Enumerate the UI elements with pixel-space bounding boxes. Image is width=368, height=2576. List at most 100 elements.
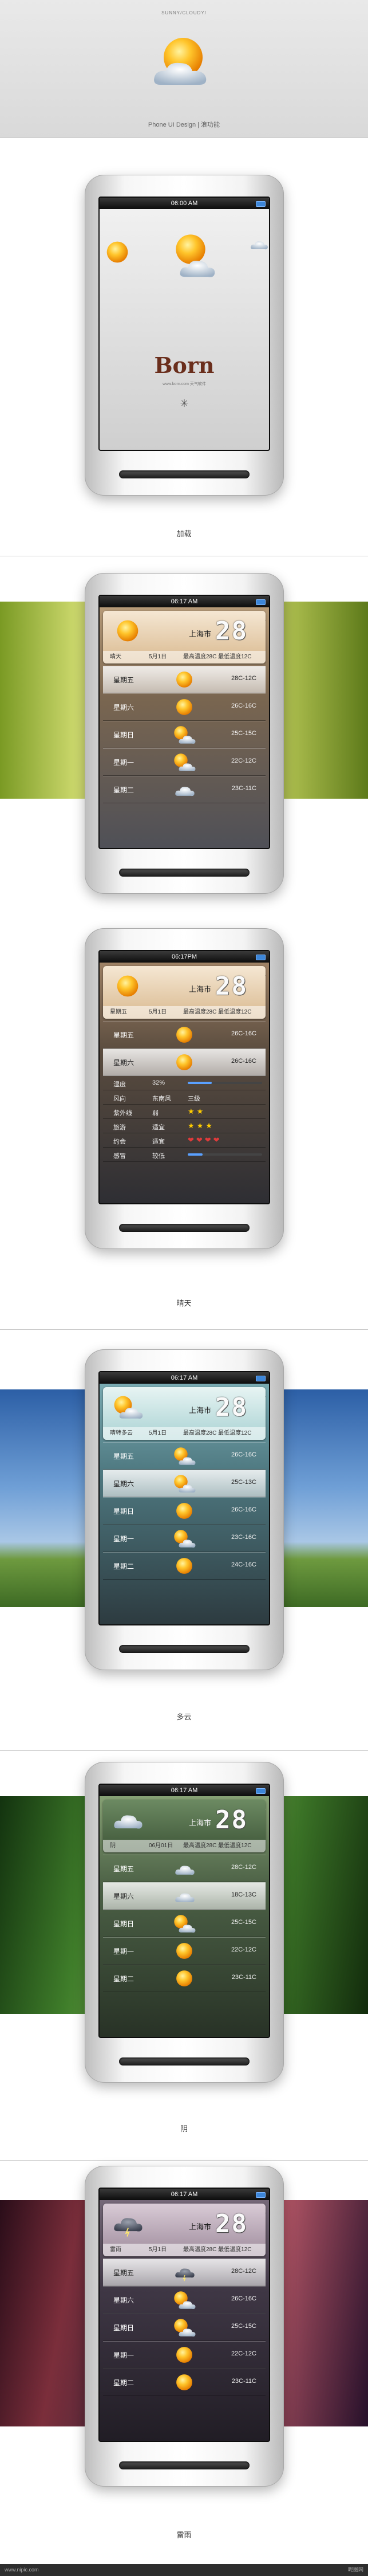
sun-icon: [117, 620, 139, 642]
phone-screen: 06:17PM 上海市 28 ° 星期五 5月1日 最高温度28C 最低温度12…: [98, 950, 270, 1204]
forecast-row[interactable]: 星期六 25C-13C: [103, 1470, 266, 1497]
forecast-row[interactable]: 星期二 24C-16C: [103, 1552, 266, 1580]
forecast-row[interactable]: 星期五 28C-12C: [103, 666, 266, 693]
page-header: SUNNY/CLOUDY/ Phone UI Design | 浪功能: [0, 0, 368, 138]
detail-value: 弱: [152, 1110, 159, 1117]
weather-condition: 阴: [110, 1843, 116, 1849]
status-time: 06:17 AM: [171, 1375, 198, 1381]
current-weather-card[interactable]: 上海市 28 ° 雷雨 5月1日 最高温度28C 最低温度12C: [103, 2204, 266, 2256]
divider: [0, 1750, 368, 1751]
forecast-range: 22C-12C: [231, 757, 256, 764]
weather-date: 06月01日: [149, 1843, 173, 1849]
forecast-row[interactable]: 星期二 23C-11C: [103, 776, 266, 803]
star-rating-icon: ★★: [188, 1107, 206, 1116]
status-bar: 06:17 AM: [100, 1785, 269, 1796]
forecast-day: 星期日: [113, 2324, 134, 2332]
sun-icon: [117, 975, 139, 997]
forecast-row[interactable]: 星期日 25C-15C: [103, 2314, 266, 2341]
forecast-row[interactable]: 星期六 26C-16C: [103, 1049, 266, 1076]
status-time: 06:17 AM: [171, 2191, 198, 2198]
forecast-row[interactable]: 星期二 23C-11C: [103, 2369, 266, 2396]
detail-key: 风向: [113, 1095, 126, 1102]
battery-icon: [256, 1376, 266, 1381]
detail-value: 适宜: [152, 1124, 165, 1131]
weather-date: 5月1日: [149, 654, 167, 660]
forecast-row[interactable]: 星期六 18C-13C: [103, 1882, 266, 1910]
degree-symbol: °: [265, 973, 266, 981]
forecast-range: 23C-11C: [231, 2378, 256, 2385]
weather-date: 5月1日: [149, 1430, 167, 1436]
forecast-row[interactable]: 星期六 26C-16C: [103, 2286, 266, 2314]
forecast-row[interactable]: 星期五 28C-12C: [103, 2259, 266, 2286]
forecast-row[interactable]: 星期日 25C-15C: [103, 1910, 266, 1937]
forecast-day: 星期六: [113, 2296, 134, 2304]
phone-sunny: 06:17 AM 上海市 28 ° 晴天 5月1日 最高温度28C 最低温度12…: [85, 573, 284, 894]
cloud-icon: [175, 1866, 195, 1875]
detail-row-cold: 感冒 较低: [103, 1148, 266, 1162]
detail-value: 三级: [188, 1095, 200, 1102]
detail-row-date: 约会 适宜 ❤❤❤❤: [103, 1133, 266, 1148]
forecast-day: 星期二: [113, 2379, 134, 2387]
footer-right-text: 昵图网: [347, 2567, 363, 2573]
forecast-row[interactable]: 星期五 26C-16C: [103, 1021, 266, 1049]
forecast-day: 星期一: [113, 759, 134, 767]
city-name: 上海市: [189, 1406, 212, 1415]
speaker-grille: [119, 1224, 250, 1232]
forecast-day: 星期二: [113, 786, 134, 794]
sun-cloud-icon: [114, 1396, 143, 1419]
detail-row-travel: 旅游 适宜 ★★★: [103, 1119, 266, 1133]
speaker-grille: [119, 869, 250, 877]
forecast-day: 星期六: [113, 1059, 134, 1067]
forecast-row[interactable]: 星期一 22C-12C: [103, 1937, 266, 1965]
city-name: 上海市: [189, 1819, 212, 1827]
forecast-day: 星期五: [113, 1865, 134, 1873]
cloud-icon: [175, 787, 195, 796]
temperature-range: 最高温度28C 最低温度12C: [183, 1843, 252, 1849]
battery-icon: [256, 1788, 266, 1794]
forecast-row[interactable]: 星期五 28C-12C: [103, 1855, 266, 1882]
status-time: 06:00 AM: [171, 200, 198, 207]
forecast-row[interactable]: 星期一 22C-12C: [103, 748, 266, 776]
weather-summary-strip: 阴 06月01日 最高温度28C 最低温度12C: [103, 1840, 266, 1852]
forecast-row[interactable]: 星期日 26C-16C: [103, 1497, 266, 1525]
phone-screen: 06:00 AM Born www.born.com 天气软件 ✳: [98, 197, 270, 451]
current-weather-card[interactable]: 上海市 28 ° 阴 06月01日 最高温度28C 最低温度12C: [103, 1800, 266, 1852]
detail-value: 32%: [152, 1079, 165, 1086]
current-temperature: 28: [215, 1393, 248, 1422]
caption-overcast: 阴: [180, 2125, 188, 2133]
forecast-day: 星期一: [113, 1535, 134, 1543]
current-weather-card[interactable]: 上海市 28 ° 晴转多云 5月1日 最高温度28C 最低温度12C: [103, 1387, 266, 1440]
weather-summary-strip: 晴天 5月1日 最高温度28C 最低温度12C: [103, 651, 266, 663]
cloud-icon: [251, 241, 268, 250]
degree-symbol: °: [265, 1394, 266, 1402]
detail-key: 感冒: [113, 1153, 126, 1160]
forecast-day: 星期二: [113, 1975, 134, 1983]
forecast-row[interactable]: 星期五 26C-16C: [103, 1442, 266, 1470]
forecast-row[interactable]: 星期日 25C-15C: [103, 721, 266, 748]
status-bar: 06:17 AM: [100, 1372, 269, 1384]
forecast-row[interactable]: 星期一 22C-12C: [103, 2341, 266, 2369]
battery-icon: [256, 201, 266, 207]
forecast-range: 18C-13C: [231, 1891, 256, 1898]
forecast-row[interactable]: 星期六 26C-16C: [103, 693, 266, 721]
forecast-row[interactable]: 星期二 23C-11C: [103, 1965, 266, 1992]
city-name: 上海市: [189, 630, 212, 638]
forecast-range: 25C-15C: [231, 730, 256, 737]
forecast-row[interactable]: 星期一 23C-16C: [103, 1525, 266, 1552]
speaker-grille: [119, 2461, 250, 2469]
current-weather-card[interactable]: 上海市 28 ° 晴天 5月1日 最高温度28C 最低温度12C: [103, 611, 266, 663]
forecast-day: 星期五: [113, 2269, 134, 2277]
sun-cloud-icon: [174, 1447, 196, 1465]
forecast-range: 26C-16C: [231, 1030, 256, 1037]
temperature-range: 最高温度28C 最低温度12C: [183, 1430, 252, 1436]
degree-symbol: °: [265, 2210, 266, 2218]
sun-icon: [106, 241, 128, 263]
battery-icon: [256, 599, 266, 605]
forecast-range: 26C-16C: [231, 1451, 256, 1458]
forecast-range: 26C-16C: [231, 1058, 256, 1065]
detail-key: 约会: [113, 1138, 126, 1145]
sun-icon: [176, 672, 192, 688]
forecast-day: 星期五: [113, 676, 134, 684]
current-weather-card[interactable]: 上海市 28 ° 星期五 5月1日 最高温度28C 最低温度12C: [103, 966, 266, 1019]
status-time: 06:17PM: [171, 953, 197, 960]
